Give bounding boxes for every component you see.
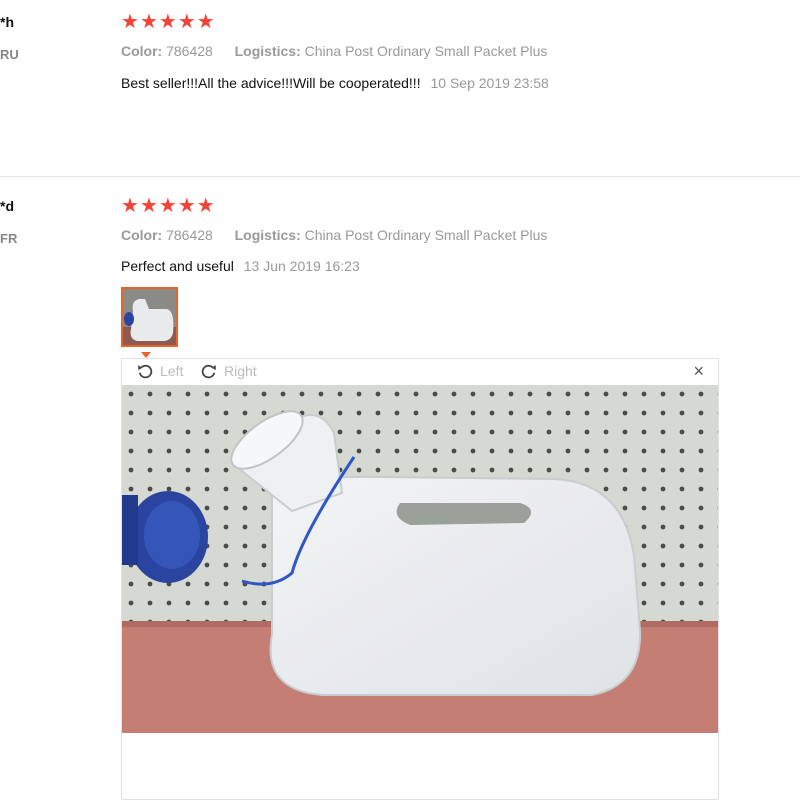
- color-value: 786428: [166, 227, 213, 243]
- thumbnail-image: [123, 289, 176, 345]
- image-viewer: Left Right ×: [121, 358, 719, 800]
- review-photo-large: [122, 385, 718, 733]
- reviewer-name: *h: [0, 14, 14, 30]
- review-item: *d FR ★ ★ ★ ★ ★ Color: 786428 Logistics:…: [0, 177, 800, 800]
- rotate-left-label: Left: [160, 363, 184, 379]
- review-text: Perfect and useful: [121, 258, 234, 274]
- order-info: Color: 786428 Logistics: China Post Ordi…: [121, 227, 547, 243]
- star-icon: ★: [139, 11, 158, 33]
- close-icon[interactable]: ×: [693, 361, 704, 382]
- color-label: Color:: [121, 43, 163, 59]
- rotate-right-button[interactable]: Right: [200, 362, 257, 380]
- star-icon: ★: [121, 11, 139, 33]
- review-text: Best seller!!!All the advice!!!Will be c…: [121, 75, 421, 91]
- logistics-label: Logistics:: [234, 227, 301, 243]
- star-icon: ★: [177, 195, 196, 217]
- review-date: 10 Sep 2019 23:58: [430, 75, 549, 91]
- reviewer-name: *d: [0, 198, 14, 214]
- review-date: 13 Jun 2019 16:23: [243, 258, 360, 274]
- color-label: Color:: [121, 227, 163, 243]
- logistics-label: Logistics:: [234, 43, 301, 59]
- review-text-line: Perfect and useful 13 Jun 2019 16:23: [121, 258, 360, 274]
- rotate-right-icon: [201, 364, 216, 379]
- star-icon: ★: [196, 195, 215, 217]
- star-icon: ★: [121, 195, 139, 217]
- viewer-toolbar: Left Right ×: [122, 359, 718, 385]
- rotate-left-icon: [138, 364, 153, 379]
- star-rating: ★ ★ ★ ★ ★: [121, 12, 215, 32]
- star-rating: ★ ★ ★ ★ ★: [121, 196, 215, 216]
- reviewer-country: RU: [0, 47, 19, 62]
- logistics-value: China Post Ordinary Small Packet Plus: [304, 43, 548, 59]
- review-item: *h RU ★ ★ ★ ★ ★ Color: 786428 Logistics:…: [0, 0, 800, 177]
- color-value: 786428: [166, 43, 213, 59]
- logistics-value: China Post Ordinary Small Packet Plus: [304, 227, 548, 243]
- star-icon: ★: [139, 195, 158, 217]
- star-icon: ★: [177, 11, 196, 33]
- review-text-line: Best seller!!!All the advice!!!Will be c…: [121, 75, 549, 91]
- reviewer-country: FR: [0, 231, 18, 246]
- star-icon: ★: [158, 195, 177, 217]
- photo-image: [122, 385, 718, 733]
- star-icon: ★: [158, 11, 177, 33]
- star-icon: ★: [196, 11, 215, 33]
- order-info: Color: 786428 Logistics: China Post Ordi…: [121, 43, 547, 59]
- review-photo-thumbnail[interactable]: [121, 287, 178, 347]
- rotate-right-label: Right: [224, 363, 257, 379]
- rotate-left-button[interactable]: Left: [136, 362, 183, 380]
